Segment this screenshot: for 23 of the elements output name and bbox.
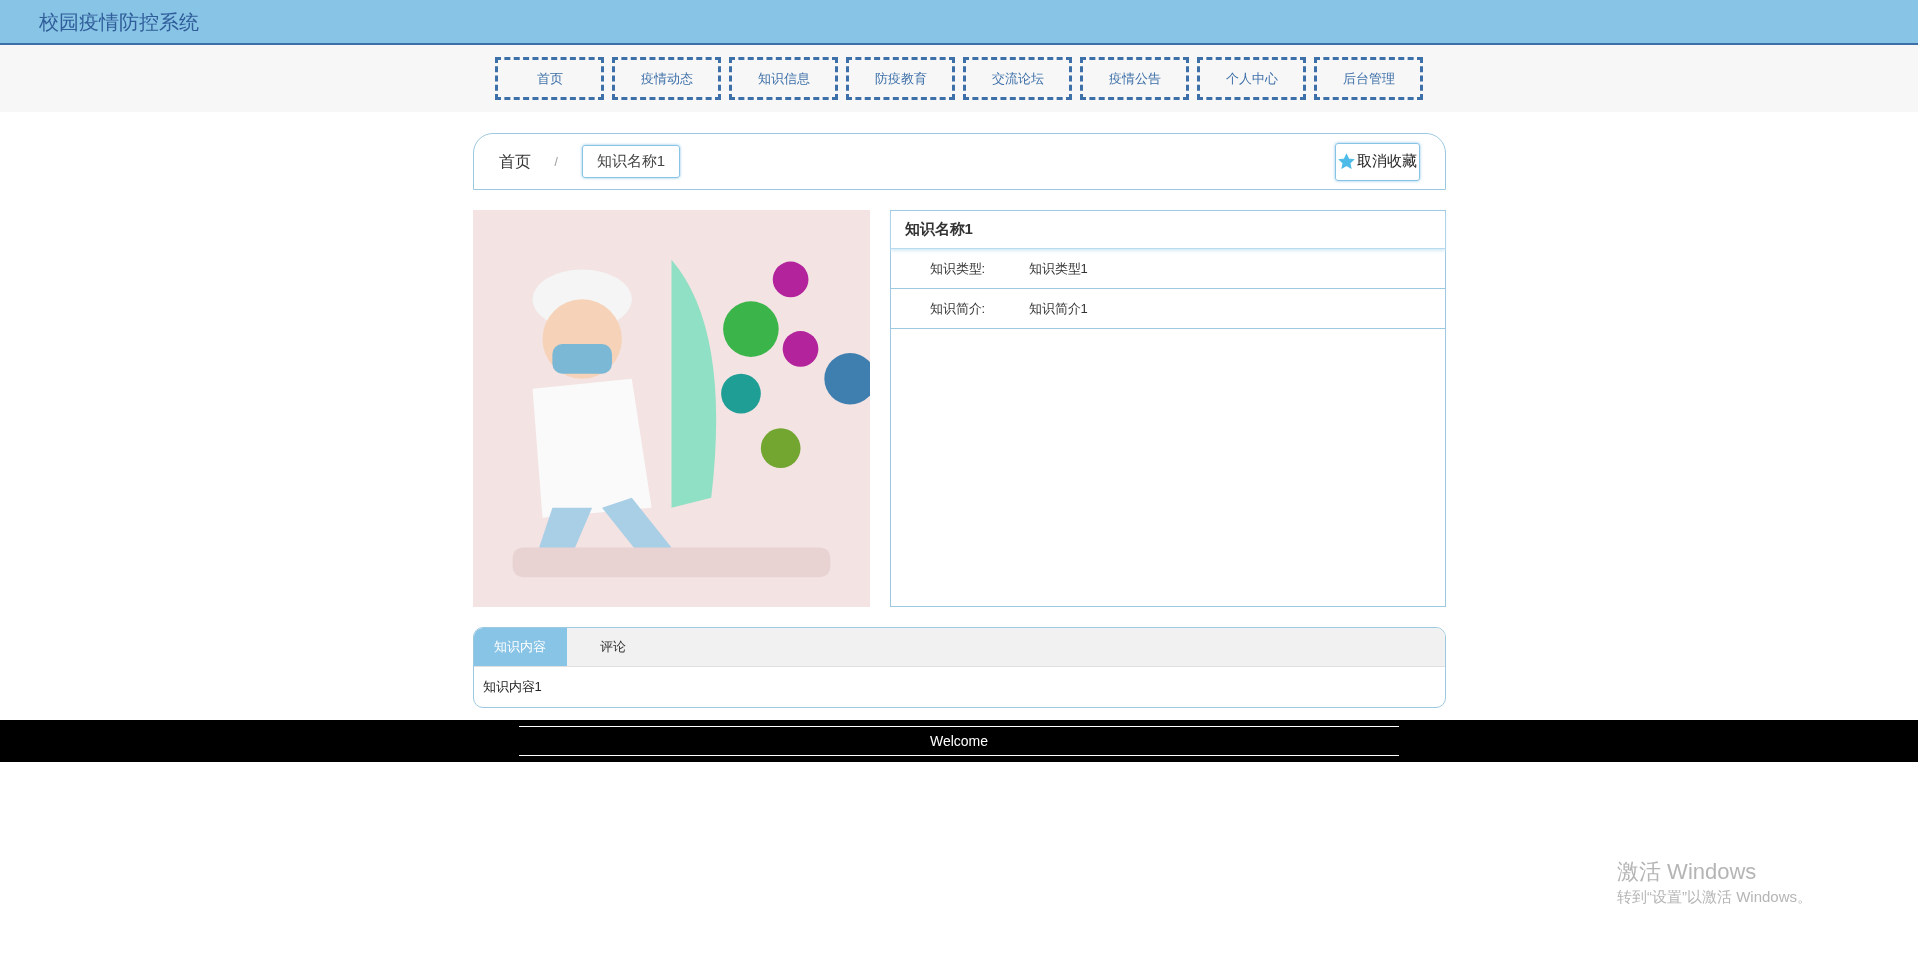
nav-item[interactable]: 交流论坛 — [963, 57, 1072, 100]
nav-item[interactable]: 个人中心 — [1197, 57, 1306, 100]
nav-item[interactable]: 疫情动态 — [612, 57, 721, 100]
field-label: 知识类型: — [928, 259, 987, 278]
info-title: 知识名称1 — [890, 211, 1445, 249]
nav-item[interactable]: 疫情公告 — [1080, 57, 1189, 100]
site-title: 校园疫情防控系统 — [39, 9, 199, 35]
activation-subtitle: 转到“设置”以激活 Windows。 — [1617, 887, 1812, 907]
breadcrumb-home[interactable]: 首页 — [498, 149, 531, 174]
tab-content-text: 知识内容1 — [482, 678, 542, 697]
nav-item[interactable]: 防疫教育 — [846, 57, 955, 100]
footer-text: Welcome — [929, 732, 989, 751]
nav-item[interactable]: 知识信息 — [729, 57, 838, 100]
nav-item[interactable]: 后台管理 — [1314, 57, 1423, 100]
tab[interactable]: 评论 — [566, 628, 660, 666]
breadcrumb-current: 知识名称1 — [581, 145, 681, 178]
field-value: 知识简介1 — [1028, 299, 1088, 318]
field-label: 知识简介: — [928, 299, 987, 318]
nav-item[interactable]: 首页 — [495, 57, 604, 100]
field-value: 知识类型1 — [1028, 259, 1088, 278]
breadcrumb-separator: / — [554, 153, 558, 171]
activation-title: 激活 Windows — [1617, 858, 1758, 886]
favorite-button[interactable]: 取消收藏 — [1334, 142, 1420, 181]
